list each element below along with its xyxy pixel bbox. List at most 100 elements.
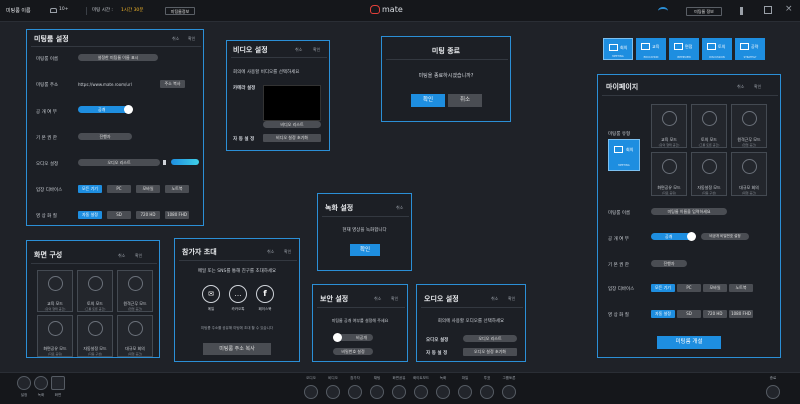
audio-reset-button[interactable]: 오디오 설정 초기화 (463, 348, 517, 356)
addr-label: 미팅룸 주소 (36, 83, 59, 88)
confirm-link[interactable]: 확인 (135, 253, 142, 259)
meeting-info-button[interactable]: 미팅룸 정보 (686, 7, 722, 16)
divider (179, 260, 297, 261)
camera-select[interactable]: 비디오 리스트 (263, 121, 321, 128)
quality-1080[interactable]: 1080 FHD (165, 211, 189, 219)
audio-select[interactable]: 오디오 리스트 (463, 335, 517, 342)
device-notebook[interactable]: 노트북 (165, 185, 189, 193)
tab-interview[interactable]: 면접 INTERVIEW (669, 38, 699, 60)
type-meeting-selected[interactable]: 회의 MEETING (608, 139, 640, 171)
screenshare-icon[interactable] (392, 385, 406, 399)
volume-slider[interactable] (171, 159, 199, 165)
confirm-link[interactable]: 확인 (313, 47, 320, 53)
layout-grid-icon[interactable] (51, 376, 65, 390)
confirm-link[interactable]: 확인 (188, 36, 195, 42)
end-cancel-button[interactable]: 취소 (448, 94, 482, 107)
cancel-link[interactable]: 취소 (172, 36, 179, 42)
device-mobile[interactable]: 모바일 (703, 284, 727, 292)
cancel-link[interactable]: 취소 (491, 296, 498, 302)
private-pw-button[interactable]: 비공개 비밀번호 설정 (701, 233, 749, 240)
perm-select[interactable]: 진행자 (78, 133, 132, 140)
quality-auto[interactable]: 자동 설정 (78, 211, 102, 219)
cancel-link[interactable]: 취소 (118, 253, 125, 259)
record-confirm-button[interactable]: 확인 (350, 244, 380, 256)
password-button[interactable]: 비밀번호 설정 (333, 348, 373, 355)
cancel-link[interactable]: 취소 (396, 205, 403, 211)
device-all[interactable]: 모든 기기 (78, 185, 102, 193)
quality-auto[interactable]: 자동 설정 (651, 310, 675, 318)
fullscreen-icon[interactable] (764, 6, 772, 14)
layout-tile-auto[interactable]: 자동설정 모드 (자동 구성) (77, 315, 113, 357)
addr-copy-button[interactable]: 주소 복사 (160, 80, 185, 88)
type-tile-large[interactable]: 대규모 회의 (대형 공간) (731, 152, 767, 196)
confirm-link[interactable]: 확인 (391, 296, 398, 302)
chat-icon[interactable] (370, 385, 384, 399)
tab-meeting[interactable]: 회의 MEETING (603, 38, 633, 60)
layout-tile-remote[interactable]: 원격근무 모드 (협업 공간) (117, 270, 153, 312)
record-icon[interactable] (34, 376, 48, 390)
cancel-link[interactable]: 취소 (295, 47, 302, 53)
participant-count[interactable]: 10+ (59, 7, 69, 12)
layout-tile-discussion[interactable]: 토의 모드 (그룹 토론 공간) (77, 270, 113, 312)
facebook-icon[interactable]: f (256, 285, 274, 303)
quality-720[interactable]: 720 HD (703, 310, 727, 318)
file-icon[interactable] (458, 385, 472, 399)
type-tile-remote[interactable]: 원격근무 모드 (협업 공간) (731, 104, 767, 148)
name-field[interactable]: 설정한 미팅룸 이름 표시 (78, 54, 158, 61)
device-pc[interactable]: PC (107, 185, 131, 193)
quality-1080[interactable]: 1080 FHD (729, 310, 753, 318)
video-reset-button[interactable]: 비디오 설정 초기화 (263, 134, 321, 142)
cancel-link[interactable]: 취소 (374, 296, 381, 302)
time-value: 1시간 30분 (121, 8, 144, 13)
type-tile-education[interactable]: 교육 모드 (강의 형태 공간) (651, 104, 687, 148)
audio-select[interactable]: 오디오 리스트 (78, 159, 160, 166)
confirm-link[interactable]: 확인 (284, 249, 291, 255)
mute-icon[interactable] (740, 7, 748, 15)
whiteboard-icon[interactable] (414, 385, 428, 399)
layout-tile-education[interactable]: 교육 모드 (강의 형태 공간) (37, 270, 73, 312)
group-discussion-icon[interactable] (502, 385, 516, 399)
participants-icon[interactable] (348, 385, 362, 399)
type-tile-screenshare[interactable]: 화면공유 모드 (자료 공유) (651, 152, 687, 196)
open-room-button[interactable]: 미팅룸 개설 (657, 336, 721, 349)
large-meeting-icon (128, 321, 143, 336)
confirm-link[interactable]: 확인 (508, 296, 515, 302)
dialog-question: 미팅을 종료하시겠습니까? (418, 73, 474, 79)
tab-education[interactable]: 교육 EDUCATION (636, 38, 666, 60)
layout-tile-screenshare[interactable]: 화면공유 모드 (자료 공유) (37, 315, 73, 357)
quality-sd[interactable]: SD (107, 211, 131, 219)
device-all[interactable]: 모든 기기 (651, 284, 675, 292)
quality-sd[interactable]: SD (677, 310, 701, 318)
name-field[interactable]: 미팅룸 이름을 입력하세요 (651, 208, 727, 215)
kakaotalk-icon[interactable]: … (229, 285, 247, 303)
vote-icon[interactable] (480, 385, 494, 399)
type-tile-auto[interactable]: 자동설정 모드 (자동 구성) (691, 152, 727, 196)
quality-label: 영 상 화 질 (608, 313, 629, 318)
microphone-icon[interactable] (304, 385, 318, 399)
meeting-icon (609, 44, 618, 51)
cancel-link[interactable]: 취소 (267, 249, 274, 255)
video-camera-icon[interactable] (326, 385, 340, 399)
exit-icon[interactable] (766, 385, 780, 399)
cancel-link[interactable]: 취소 (737, 84, 744, 90)
device-mobile[interactable]: 모바일 (136, 185, 160, 193)
settings-icon[interactable] (17, 376, 31, 390)
copy-address-button[interactable]: 미팅룸 주소 복사 (203, 343, 271, 355)
room-info-button[interactable]: 미팅룸정보 (165, 7, 195, 15)
record-icon[interactable] (436, 385, 450, 399)
type-tile-discussion[interactable]: 토의 모드 (그룹 토론 공간) (691, 104, 727, 148)
end-confirm-button[interactable]: 확인 (411, 94, 445, 107)
quality-720[interactable]: 720 HD (136, 211, 160, 219)
camera-preview (263, 85, 321, 121)
perm-select[interactable]: 진행자 (651, 260, 687, 267)
confirm-link[interactable]: 확인 (754, 84, 761, 90)
device-notebook[interactable]: 노트북 (729, 284, 753, 292)
tab-discussion[interactable]: 토의 DISCUSSION (702, 38, 732, 60)
video-desc: 회의에 사용할 비디오를 선택하세요 (233, 70, 300, 75)
layout-tile-large[interactable]: 대규모 회의 (대형 공간) (117, 315, 153, 357)
close-icon[interactable]: × (785, 4, 793, 14)
device-pc[interactable]: PC (677, 284, 701, 292)
mail-icon[interactable]: ✉ (202, 285, 220, 303)
channel-facebook-label: 페이스북 (258, 307, 272, 311)
tab-strategy[interactable]: 공략 STRATEGY (735, 38, 765, 60)
